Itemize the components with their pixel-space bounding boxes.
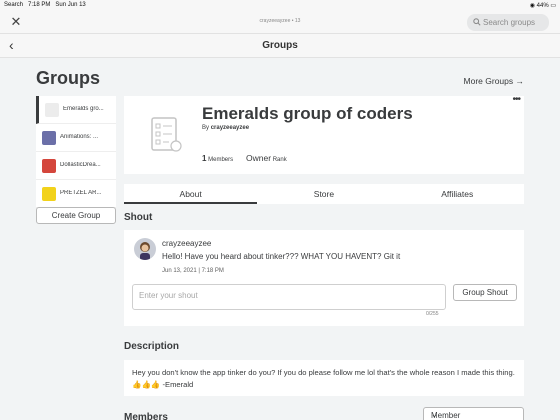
group-thumbnail: [45, 103, 59, 117]
member-count: 1: [202, 154, 207, 163]
search-groups-input[interactable]: Search groups: [467, 14, 549, 31]
description-section-title: Description: [124, 341, 180, 352]
group-list-item[interactable]: DollasticDrea...: [36, 152, 116, 180]
nav-header: ‹ Groups: [0, 34, 560, 58]
group-header-card: Emeralds group of coders By crayzeeayzee…: [124, 94, 524, 174]
shout-input[interactable]: [133, 288, 445, 313]
group-shout-button[interactable]: Group Shout: [453, 284, 517, 301]
rank-value: Owner: [246, 153, 272, 163]
shout-timestamp: Jun 13, 2021 | 7:18 PM: [162, 268, 224, 274]
wifi-icon: ◉: [529, 3, 535, 9]
tab-affiliates[interactable]: Affiliates: [391, 184, 524, 204]
browser-bar: ✕ crayzeeayzee • 13 Search groups: [0, 12, 560, 34]
status-time: 7:18 PM: [28, 2, 51, 8]
header-title: Groups: [262, 40, 298, 51]
search-placeholder: Search groups: [483, 18, 536, 27]
group-list-item[interactable]: Emeralds gro...: [36, 96, 116, 124]
group-list-item-name: Emeralds gro...: [63, 106, 104, 112]
group-list-item[interactable]: PRETZEL AR...: [36, 180, 116, 208]
chevron-down-icon: ⌄: [431, 410, 438, 419]
status-carrier: Search: [4, 2, 24, 8]
shout-username[interactable]: crayzeeayzee: [162, 239, 211, 248]
avatar-figure-icon: [140, 242, 150, 260]
group-thumbnail: [42, 131, 56, 145]
group-list-item[interactable]: Animations: ...: [36, 124, 116, 152]
group-thumbnail: [42, 159, 56, 173]
url-label: crayzeeayzee • 13: [259, 18, 301, 24]
description-card: Hey you don't know the app tinker do you…: [124, 360, 524, 396]
group-tabs: About Store Affiliates: [124, 184, 524, 204]
status-left: Search 7:18 PM Sun Jun 13: [4, 2, 86, 8]
battery-level: 44%: [536, 3, 549, 9]
shout-input-wrapper: [132, 284, 446, 313]
more-groups-link[interactable]: More Groups →: [464, 76, 524, 86]
group-owner-line: By crayzeeayzee: [202, 125, 249, 131]
close-icon[interactable]: ✕: [9, 15, 23, 29]
page-title: Groups: [36, 68, 101, 88]
group-by-prefix: By: [202, 125, 210, 131]
tab-about[interactable]: About: [124, 184, 258, 204]
tab-store[interactable]: Store: [257, 184, 390, 204]
status-date: Sun Jun 13: [55, 2, 86, 8]
rank-label: Rank: [272, 157, 287, 163]
shout-card: crayzeeayzee Hello! Have you heard about…: [124, 230, 524, 326]
group-list-item-name: PRETZEL AR...: [60, 190, 102, 196]
group-member-stat: 1 Members: [202, 154, 233, 163]
status-bar: Search 7:18 PM Sun Jun 13 ◉ 44% ▭: [0, 0, 560, 12]
members-section-title: Members: [124, 412, 168, 420]
create-group-button[interactable]: Create Group: [36, 207, 116, 224]
members-role-dropdown[interactable]: Member ⌄: [423, 407, 524, 420]
description-text: Hey you don't know the app tinker do you…: [132, 368, 515, 389]
more-options-icon[interactable]: •••: [512, 94, 520, 105]
battery-icon: ▭: [550, 3, 556, 9]
group-rank-stat: Owner Rank: [246, 153, 287, 163]
group-name: Emeralds group of coders: [202, 104, 413, 123]
group-list-item-name: Animations: ...: [60, 134, 99, 140]
shout-message: Hello! Have you heard about tinker??? WH…: [162, 252, 401, 261]
avatar[interactable]: [134, 238, 156, 260]
group-thumbnail: [42, 187, 56, 201]
shout-char-counter: 0/255: [426, 311, 439, 317]
shout-section-title: Shout: [124, 212, 153, 223]
status-right: ◉ 44% ▭: [530, 2, 556, 9]
group-list: Emeralds gro... Animations: ... Dollasti…: [36, 96, 116, 208]
members-label: Members: [208, 157, 234, 163]
group-list-item-name: DollasticDrea...: [60, 162, 101, 168]
group-emblem-placeholder-icon: [151, 117, 182, 152]
search-icon: [473, 18, 481, 26]
group-owner-link[interactable]: crayzeeayzee: [211, 125, 249, 131]
